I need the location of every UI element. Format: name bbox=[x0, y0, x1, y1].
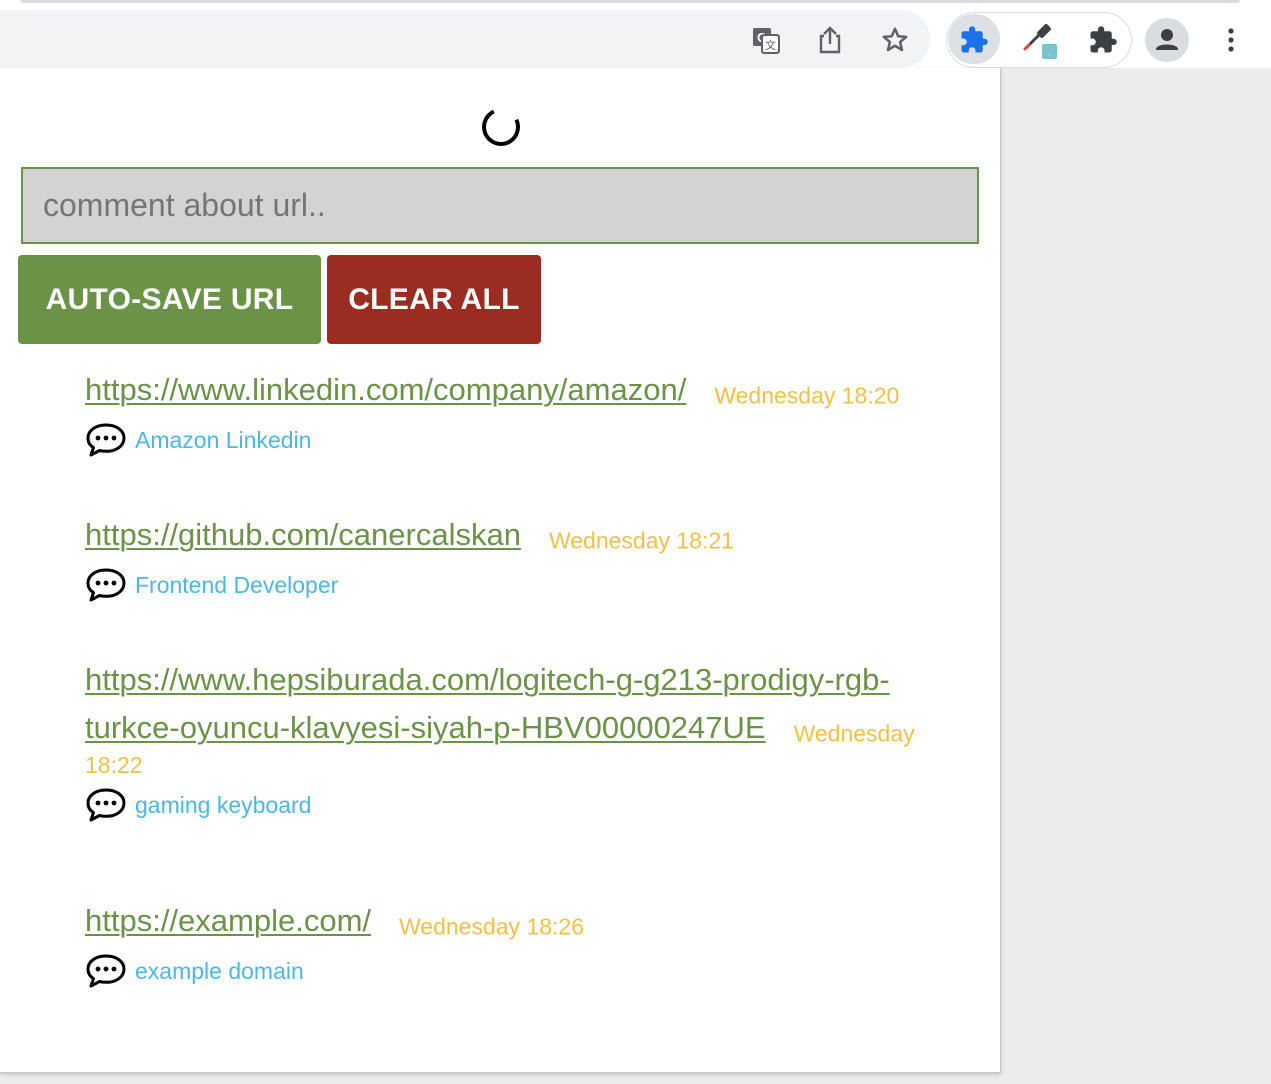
saved-url-item: https://example.com/Wednesday 18:26 exam… bbox=[85, 897, 975, 991]
saved-url-comment: Amazon Linkedin bbox=[135, 426, 312, 453]
saved-url-comment: example domain bbox=[135, 957, 304, 984]
share-icon[interactable] bbox=[810, 20, 850, 60]
speech-bubble-icon bbox=[86, 954, 126, 988]
saved-url-link[interactable]: https://github.com/canercalskan bbox=[85, 517, 521, 552]
speech-bubble-icon bbox=[86, 423, 126, 457]
speech-bubble-icon bbox=[86, 788, 126, 822]
extension-puzzle-icon[interactable] bbox=[954, 20, 994, 60]
page-background bbox=[1001, 68, 1271, 1084]
saved-url-item: https://www.linkedin.com/company/amazon/… bbox=[85, 366, 975, 460]
saved-url-item: https://github.com/canercalskan Wednesday… bbox=[85, 511, 975, 605]
saved-url-timestamp: Wednesday 18:20 bbox=[714, 382, 900, 409]
comment-input[interactable] bbox=[21, 167, 979, 244]
more-menu-icon[interactable] bbox=[1211, 20, 1251, 60]
saved-url-item: https://www.hepsiburada.com/logitech-g-g… bbox=[85, 656, 975, 825]
browser-toolbar: G 文 . bbox=[0, 0, 1271, 68]
translate-icon[interactable]: G 文 bbox=[746, 20, 786, 60]
svg-text:文: 文 bbox=[765, 38, 776, 52]
saved-url-link[interactable]: https://example.com/ bbox=[85, 903, 371, 938]
extension-popup: AUTO-SAVE URL CLEAR ALL https://www.link… bbox=[0, 68, 1001, 1073]
clear-all-button[interactable]: CLEAR ALL bbox=[327, 255, 541, 344]
saved-url-comment: Frontend Developer bbox=[135, 571, 339, 598]
saved-url-comment: gaming keyboard bbox=[135, 791, 312, 818]
saved-url-timestamp: Wednesday 18:26 bbox=[399, 913, 585, 940]
extensions-menu-icon[interactable] bbox=[1083, 20, 1123, 60]
auto-save-url-button[interactable]: AUTO-SAVE URL bbox=[18, 255, 321, 344]
bookmark-star-icon[interactable] bbox=[875, 20, 915, 60]
tab-strip-edge bbox=[20, 0, 1240, 3]
saved-url-link[interactable]: https://www.hepsiburada.com/logitech-g-g… bbox=[85, 662, 890, 745]
speech-bubble-icon bbox=[86, 568, 126, 602]
saved-url-link[interactable]: https://www.linkedin.com/company/amazon/ bbox=[85, 372, 686, 407]
loading-spinner-icon bbox=[476, 102, 526, 152]
saved-url-timestamp: Wednesday 18:21 bbox=[548, 527, 734, 554]
eyedropper-icon[interactable]: . bbox=[1018, 18, 1058, 59]
profile-icon[interactable] bbox=[1145, 18, 1189, 62]
eyedropper-badge: . bbox=[1048, 47, 1051, 58]
address-bar[interactable] bbox=[0, 10, 930, 68]
